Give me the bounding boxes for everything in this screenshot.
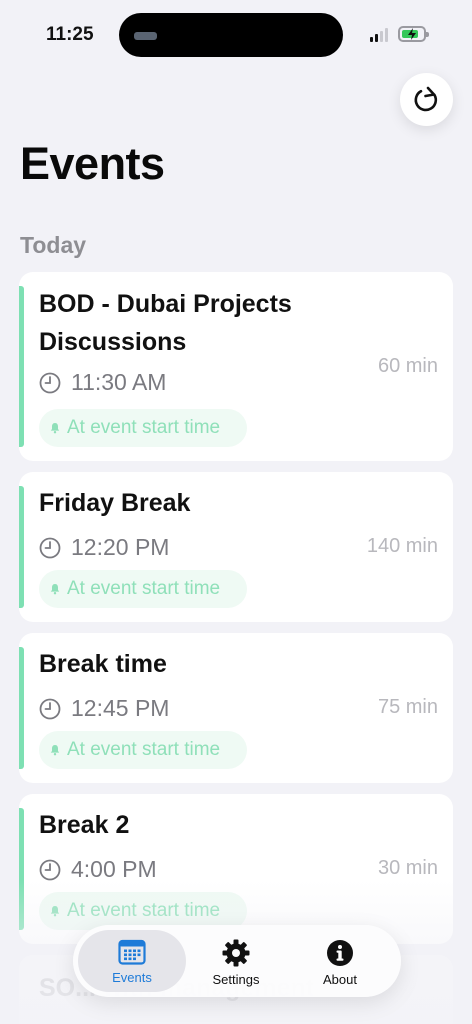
event-card[interactable]: Break 2 4:00 PM 30 min At event start ti… [19,794,453,944]
info-icon [327,940,353,966]
tab-bar: Events Settings About [73,925,401,997]
calendar-icon [118,939,146,965]
event-time-row: 11:30 AM [39,369,166,396]
reminder-badge: At event start time [39,570,247,608]
event-time-row: 12:20 PM [39,534,169,561]
event-card[interactable]: BOD - Dubai Projects Discussions 11:30 A… [19,272,453,461]
clock-icon [39,698,61,719]
clock-icon [39,537,61,558]
bell-icon [50,745,60,756]
event-color-bar [19,486,24,608]
event-title: Friday Break [39,489,191,517]
battery-charging-icon [398,26,429,42]
event-title: Break time [39,650,167,678]
event-time: 12:45 PM [71,695,170,721]
clock-icon [39,372,61,393]
tab-about[interactable]: About [286,930,394,992]
island-activity-icon [134,32,157,40]
event-duration: 30 min [377,857,438,879]
event-duration: 140 min [366,535,438,557]
event-duration: 60 min [377,355,438,377]
reminder-badge: At event start time [39,409,247,447]
reminder-text: At event start time [67,739,221,760]
tab-label: About [323,972,357,987]
event-duration: 75 min [377,696,438,718]
status-time: 11:25 [46,24,94,45]
cellular-signal-icon [370,28,392,42]
tab-events[interactable]: Events [78,930,186,992]
dynamic-island [119,13,343,57]
event-color-bar [19,808,24,930]
event-card[interactable]: Break time 12:45 PM 75 min At event star… [19,633,453,783]
event-time: 12:20 PM [71,534,170,560]
event-card[interactable]: Friday Break 12:20 PM 140 min At event s… [19,472,453,622]
status-bar: 11:25 [0,0,472,70]
reminder-badge: At event start time [39,731,247,769]
bell-icon [50,584,60,595]
event-title: Break 2 [39,811,130,839]
tab-label: Settings [212,972,260,987]
event-time: 11:30 AM [71,369,167,395]
event-time: 4:00 PM [71,856,157,882]
refresh-button[interactable] [400,73,453,126]
tab-label: Events [112,970,152,985]
event-time-row: 12:45 PM [39,695,169,722]
tab-settings[interactable]: Settings [182,930,290,992]
event-color-bar [19,286,24,447]
bell-icon [50,423,60,434]
gear-icon [222,939,250,967]
reminder-text: At event start time [67,900,221,921]
event-color-bar [19,647,24,769]
bell-icon [50,906,60,917]
reminder-text: At event start time [67,578,221,599]
event-time-row: 4:00 PM [39,856,157,883]
clock-icon [39,859,61,880]
section-header-today: Today [20,232,87,258]
event-title: BOD - Dubai Projects Discussions [39,290,292,356]
refresh-icon [414,86,437,111]
page-title: Events [20,138,165,189]
reminder-text: At event start time [67,417,221,438]
